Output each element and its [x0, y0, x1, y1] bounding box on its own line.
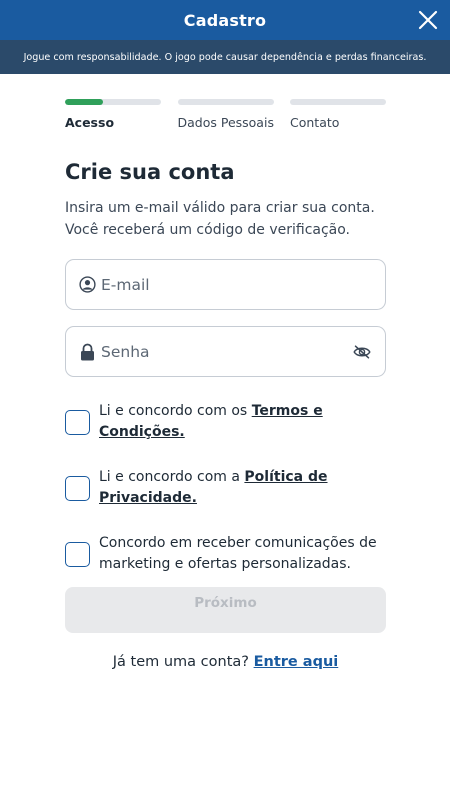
- responsibility-notice: Jogue com responsabilidade. O jogo pode …: [0, 40, 450, 74]
- header-bar: Cadastro: [0, 0, 450, 40]
- step-dados-pessoais: Dados Pessoais: [177, 99, 274, 130]
- step-label: Dados Pessoais: [177, 115, 274, 130]
- terms-consent: Li e concordo com os Termos e Condições.: [65, 401, 386, 443]
- privacy-text: Li e concordo com a Política de Privacid…: [99, 467, 386, 509]
- step-bar: [65, 99, 161, 105]
- terms-text: Li e concordo com os Termos e Condições.: [99, 401, 386, 443]
- form-subtitle: Insira um e-mail válido para criar sua c…: [65, 200, 375, 238]
- privacy-checkbox[interactable]: [65, 475, 90, 501]
- password-input[interactable]: [101, 342, 351, 361]
- step-acesso: Acesso: [65, 99, 161, 130]
- login-link[interactable]: Entre aqui: [254, 654, 339, 670]
- step-bar: [177, 99, 274, 105]
- terms-label: Li e concordo com os: [99, 403, 252, 419]
- login-prompt-text: Já tem uma conta?: [112, 654, 254, 670]
- privacy-consent: Li e concordo com a Política de Privacid…: [65, 467, 386, 509]
- step-progress: Acesso Dados Pessoais Contato: [65, 99, 386, 130]
- form-title: Crie sua conta: [65, 160, 235, 184]
- marketing-label: Concordo em receber comunicações de mark…: [99, 535, 377, 572]
- step-label: Contato: [290, 115, 340, 130]
- eye-off-icon: [353, 344, 371, 359]
- step-contato: Contato: [290, 99, 386, 130]
- privacy-label: Li e concordo com a: [99, 469, 245, 485]
- step-label: Acesso: [65, 115, 115, 130]
- next-button-label: Próximo: [194, 595, 257, 611]
- step-fill: [65, 99, 104, 105]
- marketing-consent: Concordo em receber comunicações de mark…: [65, 533, 386, 575]
- signup-form: Acesso Dados Pessoais Contato Crie sua c…: [65, 74, 386, 670]
- password-field[interactable]: [65, 326, 386, 377]
- next-button[interactable]: Próximo: [65, 587, 386, 633]
- close-button[interactable]: [414, 6, 442, 34]
- login-prompt: Já tem uma conta? Entre aqui: [65, 654, 386, 670]
- show-password-toggle[interactable]: [351, 341, 373, 363]
- consent-list: Li e concordo com os Termos e Condições.…: [65, 401, 386, 575]
- email-input[interactable]: [101, 275, 373, 294]
- step-bar: [290, 99, 386, 105]
- lock-icon: [78, 343, 96, 361]
- notice-text: Jogue com responsabilidade. O jogo pode …: [23, 51, 427, 63]
- terms-checkbox[interactable]: [65, 409, 90, 435]
- page-title: Cadastro: [183, 10, 267, 30]
- close-icon: [418, 10, 438, 30]
- email-field[interactable]: [65, 259, 386, 310]
- marketing-checkbox[interactable]: [65, 541, 90, 567]
- user-icon: [78, 276, 96, 294]
